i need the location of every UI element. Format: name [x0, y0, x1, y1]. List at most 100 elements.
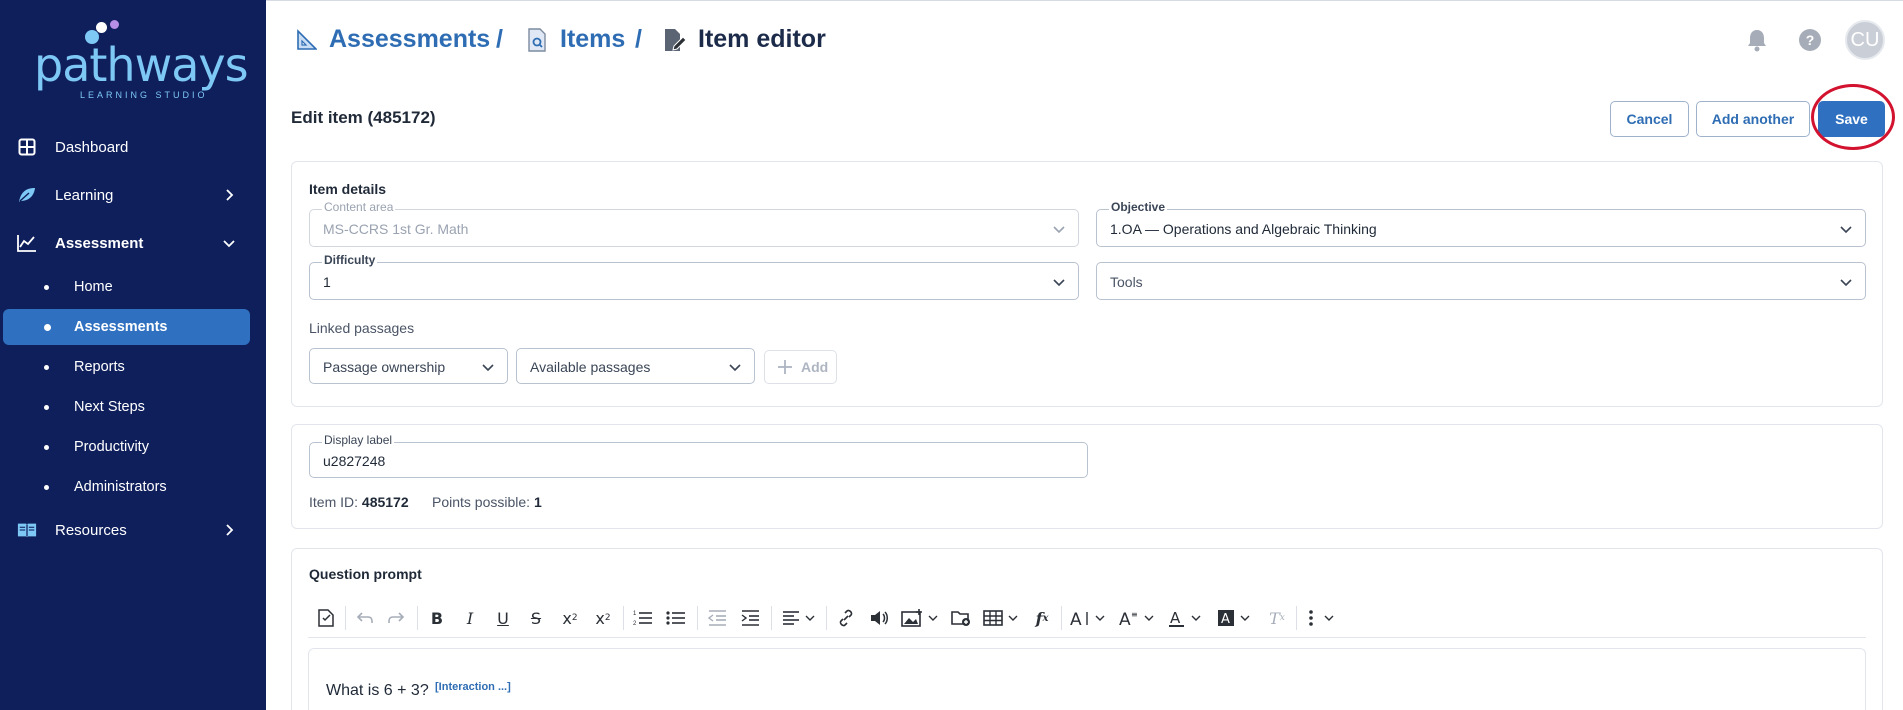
- display-label-input[interactable]: Display label u2827248: [309, 433, 1088, 478]
- bell-icon[interactable]: [1745, 28, 1769, 52]
- text-style-dropdown-icon[interactable]: A ≡: [1118, 604, 1158, 632]
- svg-text:1: 1: [633, 611, 637, 617]
- field-placeholder: Tools: [1110, 274, 1143, 290]
- chevron-down-icon: [1839, 275, 1853, 289]
- chevron-down-icon: [1052, 222, 1066, 236]
- align-dropdown-icon[interactable]: [779, 604, 819, 632]
- folder-add-icon[interactable]: [949, 604, 973, 632]
- link-icon[interactable]: [834, 604, 858, 632]
- plus-icon: [777, 359, 793, 375]
- strikethrough-icon[interactable]: S: [524, 604, 548, 632]
- item-id-value: 485172: [361, 494, 409, 510]
- field-label: Content area: [322, 200, 396, 214]
- outdent-icon[interactable]: [705, 604, 729, 632]
- sidebar-item-label: Resources: [55, 521, 127, 539]
- sidebar-item-assessment[interactable]: Assessment: [0, 223, 266, 263]
- sidebar-subitem-administrators[interactable]: Administrators: [0, 469, 266, 505]
- redo-icon[interactable]: [384, 604, 408, 632]
- sidebar-subitem-label: Home: [74, 279, 113, 295]
- points-label: Points possible:: [432, 494, 531, 510]
- svg-text:A: A: [1119, 610, 1131, 627]
- highlight-color-dropdown-icon[interactable]: A: [1216, 604, 1256, 632]
- sidebar-subitem-next-steps[interactable]: Next Steps: [0, 389, 266, 425]
- breadcrumb-items[interactable]: Items: [524, 25, 625, 54]
- sidebar: pathways LEARNING STUDIO Dashboard Learn…: [0, 0, 266, 710]
- page-title: Edit item (485172): [291, 108, 436, 127]
- clear-formatting-icon[interactable]: Tx: [1265, 604, 1289, 632]
- points-value: 1: [533, 494, 542, 510]
- font-size-dropdown-icon[interactable]: A: [1069, 604, 1109, 632]
- passage-ownership-select[interactable]: Passage ownership: [309, 348, 508, 384]
- toolbar-divider: [1296, 606, 1297, 630]
- sidebar-subitem-label: Administrators: [74, 479, 167, 495]
- breadcrumb-item-editor: Item editor: [662, 25, 826, 54]
- difficulty-select[interactable]: Difficulty 1: [309, 253, 1079, 300]
- display-label-card: Display label u2827248 Item ID: 485172 P…: [291, 424, 1883, 529]
- sidebar-item-learning[interactable]: Learning: [0, 175, 266, 215]
- item-details-card: Item details Content area MS-CCRS 1st Gr…: [291, 161, 1883, 407]
- toolbar-divider: [771, 606, 772, 630]
- field-value: u2827248: [323, 453, 386, 469]
- breadcrumb-assessments[interactable]: Assessments: [293, 25, 490, 54]
- indent-icon[interactable]: [738, 604, 762, 632]
- help-icon[interactable]: ?: [1798, 28, 1822, 52]
- bullet-icon: [44, 444, 49, 450]
- add-label: Add: [801, 359, 829, 375]
- avatar[interactable]: CU: [1845, 20, 1885, 60]
- svg-text:A: A: [1170, 609, 1181, 627]
- field-value: 1.OA — Operations and Algebraic Thinking: [1110, 221, 1377, 237]
- logo-wordmark: pathways: [34, 38, 249, 92]
- available-passages-select[interactable]: Available passages: [516, 348, 755, 384]
- italic-icon[interactable]: I: [458, 604, 482, 632]
- table-dropdown-icon[interactable]: [982, 604, 1022, 632]
- section-title: Item details: [309, 181, 387, 197]
- add-another-button[interactable]: Add another: [1696, 101, 1810, 137]
- bullet-list-icon[interactable]: [664, 604, 688, 632]
- sidebar-subitem-label: Next Steps: [74, 399, 145, 415]
- font-color-dropdown-icon[interactable]: A: [1167, 604, 1207, 632]
- formula-icon[interactable]: fx: [1030, 604, 1054, 632]
- top-bar: Assessments / Items / Item editor ? CU: [266, 0, 1903, 80]
- logo-dot: [96, 22, 107, 33]
- more-options-icon[interactable]: [1304, 604, 1344, 632]
- sidebar-subitem-reports[interactable]: Reports: [0, 349, 266, 385]
- objective-select[interactable]: Objective 1.OA — Operations and Algebrai…: [1096, 200, 1866, 247]
- interaction-tag[interactable]: [Interaction ...]: [435, 681, 511, 693]
- field-label: Difficulty: [322, 253, 378, 267]
- tools-select[interactable]: Tools: [1096, 262, 1866, 300]
- sidebar-subitem-assessments[interactable]: Assessments: [3, 309, 250, 345]
- image-dropdown-icon[interactable]: [900, 604, 940, 632]
- section-title: Question prompt: [309, 566, 422, 582]
- sidebar-subitem-home[interactable]: Home: [0, 269, 266, 305]
- audio-icon[interactable]: [867, 604, 891, 632]
- highlight-annotation: [1811, 84, 1895, 150]
- rich-text-toolbar: B I U S x2 x2 12 fx A A ≡ A A T x: [308, 598, 1866, 638]
- svg-text:A: A: [1070, 610, 1082, 627]
- sidebar-subitem-productivity[interactable]: Productivity: [0, 429, 266, 465]
- breadcrumb-separator: /: [496, 25, 503, 53]
- ai-assist-icon[interactable]: [314, 604, 338, 632]
- underline-icon[interactable]: U: [491, 604, 515, 632]
- question-prompt-editor[interactable]: What is 6 + 3? [Interaction ...]: [308, 648, 1866, 710]
- subscript-icon[interactable]: x2: [557, 604, 583, 632]
- numbered-list-icon[interactable]: 12: [631, 604, 655, 632]
- chevron-down-icon: [1839, 222, 1853, 236]
- add-passage-button[interactable]: Add: [764, 350, 837, 384]
- logo-tagline: LEARNING STUDIO: [80, 90, 208, 100]
- sidebar-item-label: Assessment: [55, 234, 144, 252]
- pathways-logo[interactable]: pathways LEARNING STUDIO: [30, 20, 249, 100]
- undo-icon[interactable]: [353, 604, 377, 632]
- breadcrumb-label: Item editor: [698, 25, 826, 53]
- sidebar-item-dashboard[interactable]: Dashboard: [0, 127, 266, 167]
- toolbar-divider: [826, 606, 827, 630]
- bold-icon[interactable]: B: [425, 604, 449, 632]
- breadcrumb-separator: /: [635, 25, 642, 53]
- sidebar-item-resources[interactable]: Resources: [0, 510, 266, 550]
- field-label: Display label: [322, 433, 395, 447]
- item-id-meta: Item ID: 485172: [309, 494, 409, 510]
- field-value: Passage ownership: [323, 359, 446, 375]
- search-document-icon: [524, 27, 550, 53]
- field-value: MS-CCRS 1st Gr. Math: [323, 221, 469, 237]
- superscript-icon[interactable]: x2: [590, 604, 616, 632]
- cancel-button[interactable]: Cancel: [1610, 101, 1689, 137]
